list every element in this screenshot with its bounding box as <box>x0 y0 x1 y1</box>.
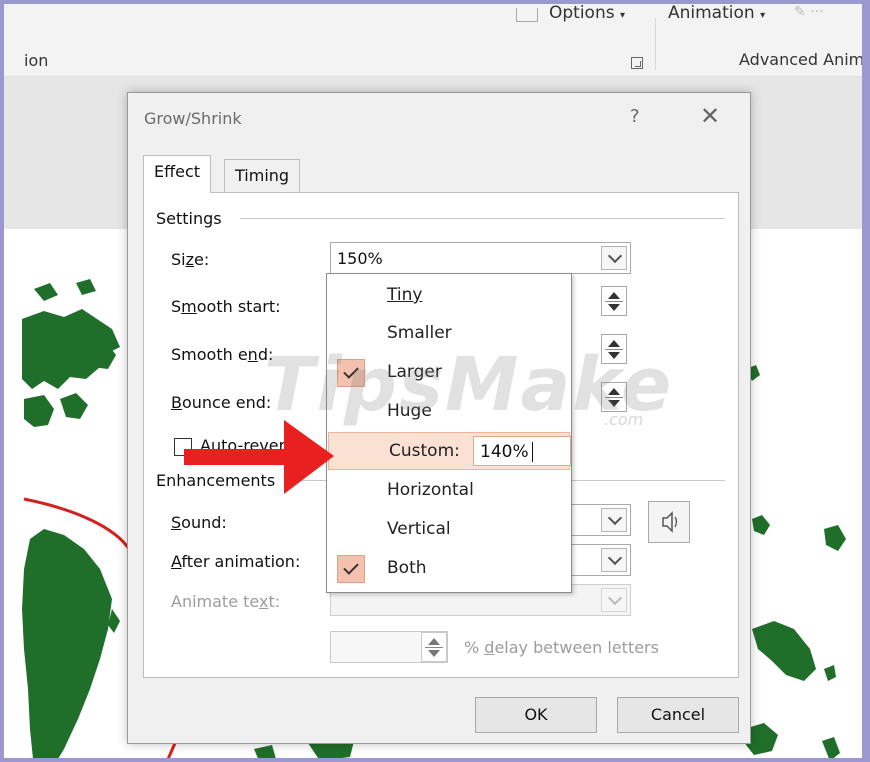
sound-volume-button[interactable] <box>648 501 690 543</box>
watermark-suffix: .com <box>604 410 644 429</box>
effect-options-label: Options <box>549 3 615 23</box>
ribbon-group-animation-label: ion <box>24 51 49 70</box>
size-option-vertical[interactable]: Vertical <box>327 511 571 549</box>
size-option-label: Horizontal <box>387 480 474 500</box>
size-option-tiny[interactable]: Tiny <box>327 277 571 315</box>
settings-divider <box>240 218 725 219</box>
text-caret <box>532 442 533 462</box>
settings-group-label: Settings <box>156 209 226 228</box>
chevron-down-icon[interactable] <box>601 246 627 270</box>
size-option-label: Both <box>387 558 427 578</box>
size-option-custom[interactable]: Custom: 140% <box>328 432 571 470</box>
ribbon: Options ▾ Animation ▾ ✎ ··· ion Advanced… <box>4 4 862 77</box>
size-option-horizontal[interactable]: Horizontal <box>327 472 571 510</box>
size-option-both[interactable]: Both <box>327 550 571 588</box>
tab-timing[interactable]: Timing <box>224 159 301 193</box>
size-option-label: Custom: <box>389 441 460 461</box>
chevron-down-icon[interactable] <box>601 588 627 612</box>
smooth-end-label: Smooth end: <box>171 345 274 364</box>
smooth-start-label: Smooth start: <box>171 297 281 316</box>
annotation-arrow-icon <box>184 420 334 494</box>
size-option-label: Smaller <box>387 323 452 343</box>
size-select-value: 150% <box>337 249 383 268</box>
ok-button[interactable]: OK <box>475 697 597 733</box>
effect-options-button[interactable]: Options ▾ <box>549 3 625 23</box>
bounce-end-label: Bounce end: <box>171 393 272 412</box>
close-icon[interactable]: ✕ <box>700 102 720 130</box>
delay-label: % delay between letters <box>464 638 659 657</box>
custom-size-input[interactable]: 140% <box>473 436 571 466</box>
ribbon-separator <box>655 18 656 70</box>
chevron-down-icon[interactable] <box>601 508 627 532</box>
speaker-icon <box>662 511 678 533</box>
size-select[interactable]: 150% <box>330 242 631 274</box>
effect-options-icon[interactable] <box>516 8 538 22</box>
sound-label: Sound: <box>171 513 227 532</box>
chevron-down-icon[interactable] <box>601 548 627 572</box>
screenshot-frame: Options ▾ Animation ▾ ✎ ··· ion Advanced… <box>0 0 870 762</box>
smooth-start-spinner[interactable] <box>601 286 627 316</box>
ribbon-group-advanced-animation-label: Advanced Anim <box>739 50 865 69</box>
cancel-button[interactable]: Cancel <box>617 697 739 733</box>
tab-effect[interactable]: Effect <box>143 155 212 193</box>
help-icon[interactable]: ? <box>630 106 640 127</box>
dialog-launcher-icon[interactable] <box>631 57 643 69</box>
animate-text-label: Animate text: <box>171 592 281 611</box>
dialog-title: Grow/Shrink <box>144 109 242 128</box>
delay-spinner[interactable] <box>421 632 447 662</box>
size-dropdown-list: Tiny Smaller Larger Huge Custom: 140% Ho… <box>326 273 572 593</box>
after-animation-label: After animation: <box>171 552 301 571</box>
delay-input[interactable] <box>330 631 448 663</box>
add-animation-label: Animation <box>668 3 755 23</box>
animation-painter-icon[interactable]: ✎ ··· <box>794 4 824 20</box>
size-label: Size: <box>171 250 210 269</box>
add-animation-button[interactable]: Animation ▾ <box>668 3 765 23</box>
size-option-label: Vertical <box>387 519 451 539</box>
custom-size-value: 140% <box>480 442 529 462</box>
checkmark-icon <box>337 555 365 583</box>
size-option-label: Tiny <box>387 285 423 305</box>
